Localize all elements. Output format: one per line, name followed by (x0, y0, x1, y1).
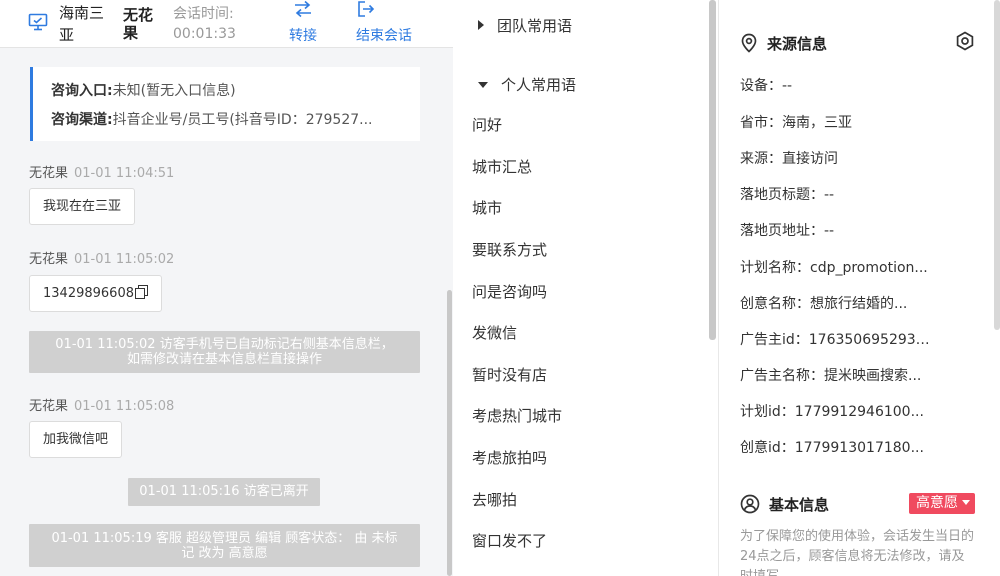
system-note: 01-01 11:05:16 访客已离开 (128, 478, 320, 506)
end-session-button[interactable]: 结束会话 (356, 0, 420, 45)
basic-info-title: 基本信息 (740, 494, 829, 515)
location-pin-icon (741, 33, 757, 53)
caret-down-icon (478, 82, 488, 88)
source-info-row: 设备：-- (740, 78, 793, 94)
consult-info-card: 咨询入口:未知(暂无入口信息) 咨询渠道:抖音企业号/员工号(抖音号ID：279… (30, 67, 420, 141)
info-scrollbar[interactable] (994, 0, 1000, 330)
source-info-row: 计划id：1779912946100... (740, 404, 924, 420)
consult-channel-row: 咨询渠道:抖音企业号/员工号(抖音号ID：279527... (51, 106, 411, 135)
phrases-scrollbar[interactable] (709, 0, 716, 340)
monitor-icon (28, 13, 48, 31)
phrase-item[interactable]: 窗口发不了 (472, 530, 547, 551)
end-session-label: 结束会话 (356, 28, 412, 44)
message-bubble: 加我微信吧 (29, 421, 123, 458)
message-sender: 无花果 (29, 399, 69, 414)
message-sender: 无花果 (29, 252, 69, 267)
source-info-row: 广告主名称：提米映画搜索... (740, 368, 922, 384)
chat-header: 海南三亚 无花果 会话时间: 00:01:33 转接 结束会话 (0, 0, 453, 48)
caret-right-icon (478, 20, 484, 30)
message-text: 13429896608 (43, 286, 134, 301)
phrase-item[interactable]: 暂时没有店 (472, 364, 547, 385)
session-time-label: 会话时间: (173, 6, 234, 22)
phrase-group-personal[interactable]: 个人常用语 (478, 74, 576, 95)
system-note-line: 01-01 11:05:02 访客手机号已自动标记右侧基本信息栏， (55, 337, 394, 352)
caret-down-icon (962, 500, 970, 505)
source-info-row: 来源：直接访问 (740, 151, 838, 167)
phrase-item[interactable]: 去哪拍 (472, 489, 517, 510)
consult-channel-key: 咨询渠道: (51, 112, 113, 128)
source-info-row: 创意名称：想旅行结婚的... (740, 296, 908, 312)
phrase-item[interactable]: 考虑旅拍吗 (472, 447, 547, 468)
phrase-item[interactable]: 考虑热门城市 (472, 405, 562, 426)
source-info-label: 来源信息 (767, 35, 828, 53)
visitor-name: 无花果 (123, 6, 154, 42)
settings-icon[interactable] (955, 31, 975, 51)
user-circle-icon (740, 494, 760, 514)
system-note: 01-01 11:05:19 客服 超级管理员 编辑 顾客状态： 由 未标 记 … (29, 524, 420, 567)
message-time: 01-01 11:05:08 (74, 399, 175, 414)
phrase-item[interactable]: 问是咨询吗 (472, 281, 547, 302)
message-sender: 无花果 (29, 166, 69, 181)
session-time: 00:01:33 (173, 26, 236, 42)
phrase-item[interactable]: 要联系方式 (472, 239, 547, 260)
message-time: 01-01 11:05:02 (74, 252, 175, 267)
source-info-row: 省市：海南，三亚 (740, 115, 852, 131)
visitor-location: 海南三亚 (59, 4, 105, 44)
message-bubble: 我现在在三亚 (29, 188, 136, 225)
transfer-button[interactable]: 转接 (287, 0, 319, 45)
source-info-row: 落地页地址：-- (740, 223, 835, 239)
intent-status-label: 高意愿 (916, 495, 958, 511)
message-meta: 无花果 01-01 11:04:51 (29, 162, 174, 181)
phrase-item[interactable]: 发微信 (472, 322, 517, 343)
message-meta: 无花果 01-01 11:05:02 (29, 248, 174, 267)
consult-entry-key: 咨询入口: (51, 83, 113, 99)
transfer-label: 转接 (289, 28, 317, 44)
basic-info-label: 基本信息 (769, 496, 830, 514)
system-note: 01-01 11:05:02 访客手机号已自动标记右侧基本信息栏， 如需修改请在… (29, 331, 420, 373)
system-note-line: 如需修改请在基本信息栏直接操作 (126, 352, 322, 367)
system-note-line: 01-01 11:05:19 客服 超级管理员 编辑 顾客状态： 由 未标 (51, 531, 398, 546)
intent-status-dropdown[interactable]: 高意愿 (909, 493, 975, 514)
phrase-group-label: 个人常用语 (501, 76, 577, 94)
source-info-row: 创意id：1779913017180... (740, 440, 924, 456)
system-note-line: 记 改为 高意愿 (181, 546, 268, 561)
message-meta: 无花果 01-01 11:05:08 (29, 395, 174, 414)
basic-info-note: 为了保障您的使用体验，会话发生当日的24点之后，顾客信息将无法修改，请及时填写 (740, 529, 975, 576)
source-info-row: 计划名称：cdp_promotion... (740, 260, 928, 276)
logout-icon (356, 0, 420, 22)
consult-entry-value: 未知(暂无入口信息) (112, 83, 236, 99)
consult-channel-value: 抖音企业号/员工号(抖音号ID：279527... (112, 112, 373, 128)
phrase-group-team[interactable]: 团队常用语 (478, 15, 572, 36)
consult-entry-row: 咨询入口:未知(暂无入口信息) (51, 77, 411, 106)
source-info-title: 来源信息 (740, 33, 827, 54)
chat-scrollbar[interactable] (447, 290, 452, 576)
phrase-item[interactable]: 城市 (472, 197, 502, 218)
phrase-item[interactable]: 问好 (472, 114, 502, 135)
message-time: 01-01 11:04:51 (74, 166, 175, 181)
copy-icon[interactable] (134, 285, 148, 299)
message-bubble-phone: 13429896608 (29, 275, 162, 312)
source-info-row: 落地页标题：-- (740, 187, 835, 203)
transfer-icon (287, 0, 319, 22)
source-info-row: 广告主id：1763506952930... (740, 332, 930, 348)
phrase-item[interactable]: 城市汇总 (472, 156, 532, 177)
phrase-group-label: 团队常用语 (497, 17, 573, 35)
